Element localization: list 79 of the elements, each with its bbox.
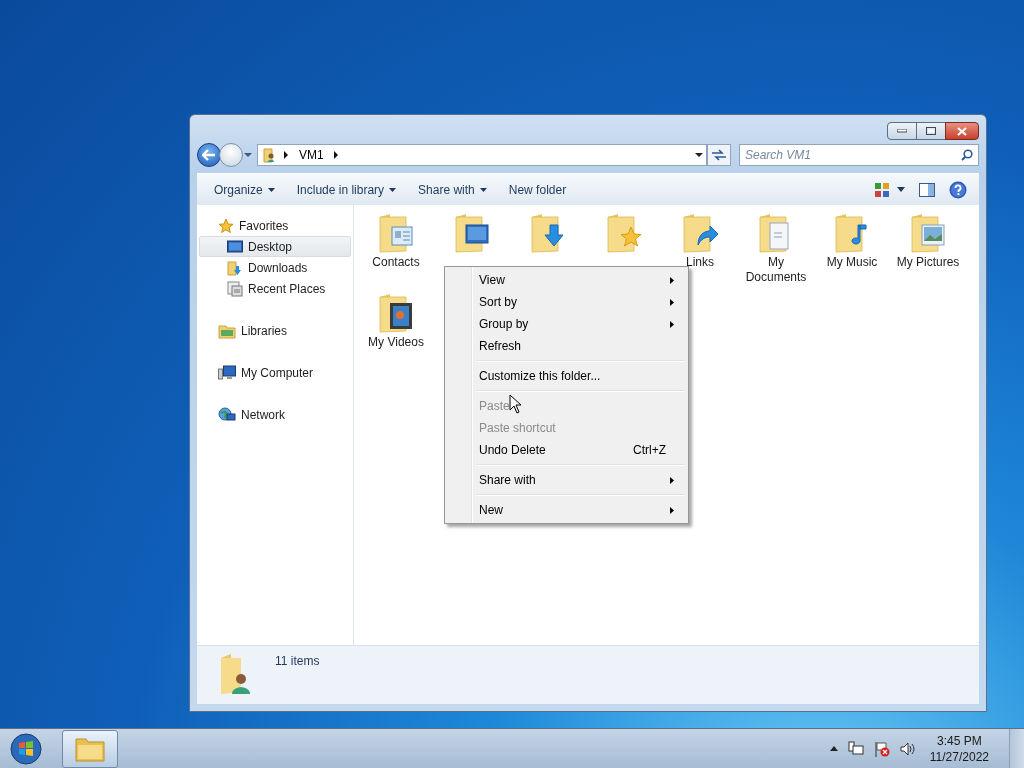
- chevron-icon: [333, 151, 339, 159]
- item-count: 11 items: [275, 654, 320, 668]
- folder-label: My Videos: [367, 335, 425, 350]
- folder-item[interactable]: Links: [662, 211, 738, 270]
- menu-item[interactable]: Customize this folder...: [447, 365, 686, 387]
- sidebar-item[interactable]: Libraries: [199, 320, 351, 341]
- folder-label: Links: [685, 255, 715, 270]
- explorer-taskbar-button[interactable]: [62, 729, 118, 768]
- minimize-button[interactable]: [887, 122, 917, 140]
- back-button[interactable]: [197, 143, 221, 167]
- folder-icon: [75, 735, 105, 762]
- menu-item[interactable]: New: [447, 499, 686, 521]
- submenu-arrow-icon: [670, 476, 674, 484]
- menu-item[interactable]: Refresh: [447, 335, 686, 357]
- folder-label: My Pictures: [895, 255, 961, 270]
- submenu-arrow-icon: [670, 276, 674, 284]
- menu-item[interactable]: Undo Delete Ctrl+Z: [447, 439, 686, 461]
- menu-item[interactable]: Sort by: [447, 291, 686, 313]
- help-icon[interactable]: [949, 180, 967, 199]
- folder-item[interactable]: My Documents: [738, 211, 814, 285]
- refresh-button[interactable]: [707, 144, 731, 166]
- folder-label: Contacts: [371, 255, 421, 270]
- submenu-arrow-icon: [670, 506, 674, 514]
- network-icon[interactable]: [847, 740, 864, 757]
- clock[interactable]: 3:45 PM 11/27/2022: [929, 732, 989, 765]
- library-icon: [218, 322, 236, 339]
- maximize-icon: [926, 127, 936, 135]
- preview-pane-icon[interactable]: [919, 182, 935, 197]
- chevron-icon: [284, 151, 289, 159]
- globe-icon: [218, 406, 236, 423]
- menu-item[interactable]: Share with: [447, 469, 686, 491]
- computer-icon: [218, 364, 236, 381]
- toolbar-button[interactable]: Organize: [205, 178, 284, 201]
- caret-icon: [389, 187, 397, 192]
- toolbar-button[interactable]: Include in library: [287, 178, 406, 201]
- sidebar-item[interactable]: Network: [199, 404, 351, 425]
- breadcrumb[interactable]: VM1: [295, 148, 328, 162]
- caret-icon: [267, 187, 275, 192]
- folder-label: My Documents: [744, 255, 808, 285]
- star-icon: [218, 217, 234, 234]
- refresh-icon: [711, 149, 727, 161]
- close-button[interactable]: [945, 122, 979, 140]
- monitor-icon: [227, 239, 243, 254]
- submenu-arrow-icon: [670, 320, 674, 328]
- sidebar-item[interactable]: My Computer: [199, 362, 351, 383]
- pointer-icon: [509, 394, 522, 414]
- clock-date: 11/27/2022: [929, 748, 989, 765]
- folder-item[interactable]: My Pictures: [890, 211, 966, 270]
- address-bar[interactable]: VM1: [257, 144, 707, 166]
- left-arrow-icon: [202, 149, 216, 161]
- caret-icon: [479, 187, 487, 192]
- submenu-arrow-icon: [670, 298, 674, 306]
- clock-time: 3:45 PM: [937, 732, 982, 749]
- close-icon: [957, 126, 967, 136]
- folder-item[interactable]: My Music: [814, 211, 890, 270]
- toolbar-button[interactable]: New folder: [499, 178, 576, 201]
- folder-item[interactable]: My Videos: [358, 291, 434, 350]
- sidebar-item[interactable]: Downloads: [199, 257, 351, 278]
- view-options-icon[interactable]: [875, 182, 889, 197]
- show-desktop-button[interactable]: [1009, 728, 1024, 768]
- folder-item[interactable]: Contacts: [358, 211, 434, 270]
- document-icon: [227, 280, 243, 297]
- sidebar-item[interactable]: Recent Places: [199, 278, 351, 299]
- folder-icon: [227, 259, 243, 276]
- folder-label: My Music: [825, 255, 879, 270]
- menu-item[interactable]: Group by: [447, 313, 686, 335]
- maximize-button[interactable]: [916, 122, 946, 140]
- sidebar-item[interactable]: Desktop: [199, 236, 351, 257]
- windows-logo-icon: [10, 732, 42, 765]
- caret-icon[interactable]: [897, 187, 905, 192]
- toolbar-button[interactable]: Share with: [409, 178, 496, 201]
- minimize-icon: [897, 129, 907, 133]
- speaker-icon[interactable]: [899, 740, 916, 757]
- flag-icon[interactable]: [873, 740, 890, 757]
- show-hidden-icons-icon[interactable]: [829, 746, 838, 751]
- search-icon: [961, 149, 973, 161]
- sidebar-item[interactable]: Favorites: [199, 215, 351, 236]
- menu-item[interactable]: View: [447, 269, 686, 291]
- search-field[interactable]: Search VM1: [739, 144, 979, 166]
